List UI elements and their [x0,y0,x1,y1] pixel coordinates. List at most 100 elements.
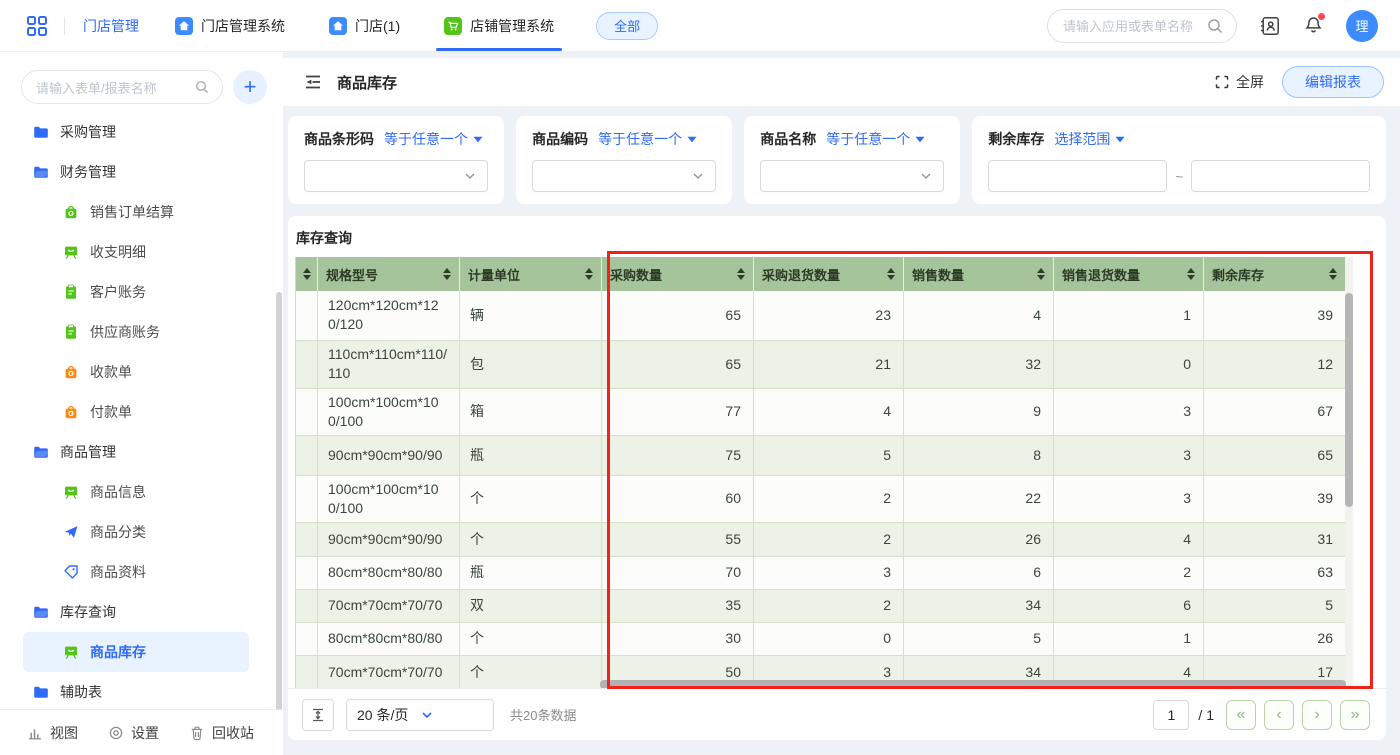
column-header-采购数量[interactable]: 采购数量 [602,257,754,291]
filter-label: 剩余库存 [988,129,1044,149]
sidebar-item-收款单[interactable]: 收款单 [0,352,283,392]
edit-report-button[interactable]: 编辑报表 [1282,66,1384,98]
cell-value: 39 [1204,475,1346,522]
vertical-scrollbar-thumb[interactable] [1345,293,1353,507]
filter-operator[interactable]: 选择范围 [1054,129,1125,149]
row-height-button[interactable] [302,699,334,731]
first-page-button[interactable]: « [1226,700,1256,730]
sidebar-item-收支明细[interactable]: 收支明细 [0,232,283,272]
column-header-规格型号[interactable]: 规格型号 [318,257,460,291]
page-size-select[interactable]: 20 条/页 [346,699,494,731]
folder-closed-blue-icon [33,124,49,140]
filter-label: 商品编码 [532,129,588,149]
collapse-sidebar-icon[interactable] [303,72,323,92]
column-header-计量单位[interactable]: 计量单位 [460,257,602,291]
current-page-input[interactable]: 1 [1153,700,1189,730]
sidebar-footer-视图[interactable]: 视图 [27,723,78,743]
filter-value-select[interactable] [760,160,944,192]
cell-value: 23 [754,291,904,340]
workspace-link[interactable]: 门店管理 [83,16,139,36]
cell-value: 35 [602,589,754,622]
column-label: 剩余库存 [1212,265,1264,284]
filter-value-select[interactable] [304,160,488,192]
cell-spacer [296,655,318,689]
sidebar-footer-回收站[interactable]: 回收站 [189,723,254,743]
contacts-icon[interactable] [1259,15,1281,37]
all-apps-pill[interactable]: 全部 [596,12,658,40]
search-icon [194,79,210,95]
sidebar-item-商品资料[interactable]: 商品资料 [0,552,283,592]
range-min-input[interactable] [988,160,1167,192]
form-search-input[interactable]: 请输入表单/报表名称 [21,70,223,104]
table-header-row: 规格型号计量单位采购数量采购退货数量销售数量销售退货数量剩余库存 [296,257,1346,291]
cell-spacer [296,291,318,340]
cell-unit: 个 [460,622,602,655]
sidebar-item-采购管理[interactable]: 采购管理 [0,112,283,152]
cell-value: 5 [904,622,1054,655]
sidebar-item-辅助表[interactable]: 辅助表 [0,672,283,712]
fullscreen-button[interactable]: 全屏 [1214,72,1264,92]
column-header-采购退货数量[interactable]: 采购退货数量 [754,257,904,291]
app-search-input[interactable]: 请输入应用或表单名称 [1047,9,1237,43]
cell-value: 4 [1054,522,1204,556]
header-inner: 采购数量 [610,265,745,284]
cell-value: 6 [1054,589,1204,622]
topbar-tab-3[interactable]: 店铺管理系统 [444,0,554,51]
filter-operator[interactable]: 等于任意一个 [598,129,697,149]
column-header-hidden[interactable] [296,257,318,291]
sidebar-item-财务管理[interactable]: 财务管理 [0,152,283,192]
folder-open-blue-icon [33,164,49,180]
sidebar-item-商品信息[interactable]: 商品信息 [0,472,283,512]
sidebar-item-客户账务[interactable]: 客户账务 [0,272,283,312]
range-max-input[interactable] [1191,160,1370,192]
sidebar-item-商品分类[interactable]: 商品分类 [0,512,283,552]
prev-page-button[interactable]: ‹ [1264,700,1294,730]
next-page-button[interactable]: › [1302,700,1332,730]
filter-operator[interactable]: 等于任意一个 [384,129,483,149]
filter-operator[interactable]: 等于任意一个 [826,129,925,149]
filter-head: 商品条形码等于任意一个 [304,129,488,149]
sidebar-item-销售订单结算[interactable]: 销售订单结算 [0,192,283,232]
cell-value: 1 [1054,291,1204,340]
cell-unit: 个 [460,522,602,556]
column-header-销售退货数量[interactable]: 销售退货数量 [1054,257,1204,291]
apps-grid-icon[interactable] [26,15,48,37]
table-row: 120cm*120cm*120/120辆65234139 [296,291,1346,340]
folder-open-blue-icon [33,604,49,620]
table-row: 100cm*100cm*100/100个60222339 [296,475,1346,522]
row-height-icon [310,707,326,723]
operator-label: 等于任意一个 [598,129,682,149]
notification-dot [1318,13,1325,20]
sidebar-item-商品库存[interactable]: 商品库存 [23,632,249,672]
cell-unit: 辆 [460,291,602,340]
page-size-value: 20 条/页 [357,705,420,725]
last-page-button[interactable]: » [1340,700,1370,730]
clipboard-green-icon [63,324,79,340]
add-form-button[interactable]: + [233,70,267,104]
cell-spec: 120cm*120cm*120/120 [318,291,460,340]
column-header-剩余库存[interactable]: 剩余库存 [1204,257,1346,291]
sidebar-item-label: 销售订单结算 [90,202,174,222]
topbar-tab-1[interactable]: 门店管理系统 [175,0,285,51]
order-green-icon [63,204,79,220]
cell-value: 2 [754,589,904,622]
topbar-tab-2[interactable]: 门店(1) [329,0,400,51]
notification-bell-icon[interactable] [1303,15,1324,36]
avatar[interactable]: 理 [1346,10,1378,42]
column-header-销售数量[interactable]: 销售数量 [904,257,1054,291]
sort-icon [737,268,745,280]
sidebar-item-供应商账务[interactable]: 供应商账务 [0,312,283,352]
cell-value: 22 [904,475,1054,522]
sidebar-item-库存查询[interactable]: 库存查询 [0,592,283,632]
filter-value-select[interactable] [532,160,716,192]
topbar-divider [64,17,65,35]
sidebar-scrollbar[interactable] [276,292,282,712]
sort-icon [887,268,895,280]
sidebar-item-商品管理[interactable]: 商品管理 [0,432,283,472]
sidebar-item-付款单[interactable]: 付款单 [0,392,283,432]
sidebar-item-label: 付款单 [90,402,132,422]
sidebar-footer-设置[interactable]: 设置 [108,723,159,743]
cell-value: 2 [754,522,904,556]
inventory-card: 库存查询 规格型号计量单位采购数量采购退货数量销售数量销售退货数量剩余库存120… [288,216,1386,740]
filter-head: 剩余库存选择范围 [988,129,1370,149]
